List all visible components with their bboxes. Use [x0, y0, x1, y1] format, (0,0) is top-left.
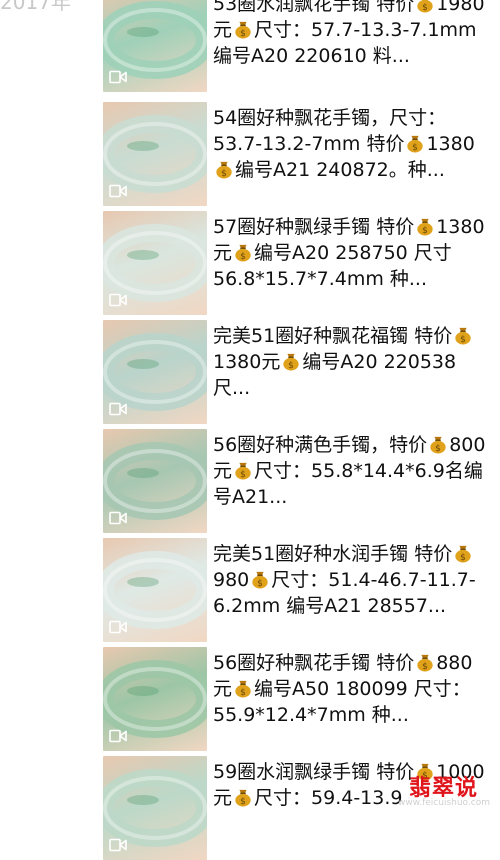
svg-text:$: $ [288, 361, 294, 371]
post-description: 56圈好种满色手镯，特价$800元$尺寸：55.8*14.4*6.9名编号A21… [213, 432, 489, 512]
video-thumbnail[interactable] [103, 211, 207, 315]
svg-text:$: $ [413, 143, 419, 153]
video-thumbnail[interactable] [103, 102, 207, 206]
post-description: 完美51圈好种水润手镯 特价$980$尺寸：51.4-46.7-11.7-6.2… [213, 541, 489, 621]
video-thumbnail[interactable] [103, 320, 207, 424]
year-label: 2017年 [0, 0, 100, 12]
video-thumbnail[interactable] [103, 647, 207, 751]
video-thumbnail[interactable] [103, 756, 207, 860]
money-bag-icon: $ [234, 20, 252, 39]
post-price: 980 [213, 569, 249, 591]
money-bag-icon: $ [282, 352, 300, 371]
post-title-text: 53圈水润飘花手镯 特价 [213, 0, 414, 15]
svg-text:$: $ [240, 470, 246, 480]
post-description: 57圈好种飘绿手镯 特价$1380元$编号A20 258750 尺寸 56.8*… [213, 214, 489, 294]
money-bag-icon: $ [234, 679, 252, 698]
video-icon [109, 293, 127, 307]
money-bag-icon: $ [429, 435, 447, 454]
svg-text:$: $ [257, 579, 263, 589]
money-bag-icon: $ [234, 788, 252, 807]
money-bag-icon: $ [416, 0, 434, 13]
money-bag-icon: $ [251, 570, 269, 589]
video-icon [109, 184, 127, 198]
post-detail-text: 尺寸：55.8*14.4*6.9名编号A21... [213, 460, 483, 508]
video-icon [109, 729, 127, 743]
svg-text:$: $ [460, 335, 466, 345]
svg-text:$: $ [422, 662, 428, 672]
post-item[interactable]: 54圈好种飘花手镯，尺寸：53.7-13.2-7mm 特价$1380$编号A21… [103, 102, 500, 206]
money-bag-icon: $ [416, 653, 434, 672]
post-item[interactable]: 53圈水润飘花手镯 特价$1980元$尺寸：57.7-13.3-7.1mm 编号… [103, 0, 500, 92]
svg-text:$: $ [221, 169, 227, 179]
post-price: 1380 [426, 133, 474, 155]
svg-text:$: $ [422, 226, 428, 236]
post-price: 1380元 [213, 351, 280, 373]
money-bag-icon: $ [215, 160, 233, 179]
svg-text:$: $ [422, 3, 428, 13]
watermark-url: www.feicuishuo.com [398, 798, 490, 808]
post-title-text: 56圈好种飘花手镯 特价 [213, 652, 414, 674]
svg-text:$: $ [240, 29, 246, 39]
post-detail-text: 尺寸：57.7-13.3-7.1mm 编号A20 220610 料... [213, 19, 477, 67]
watermark: 翡翠说 www.feicuishuo.com [386, 768, 498, 812]
svg-text:$: $ [240, 797, 246, 807]
svg-text:$: $ [460, 553, 466, 563]
post-title-text: 完美51圈好种水润手镯 特价 [213, 543, 452, 565]
post-item[interactable]: 57圈好种飘绿手镯 特价$1380元$编号A20 258750 尺寸 56.8*… [103, 211, 500, 315]
post-item[interactable]: 完美51圈好种水润手镯 特价$980$尺寸：51.4-46.7-11.7-6.2… [103, 538, 500, 642]
post-description: 完美51圈好种飘花福镯 特价$1380元$编号A20 220538 尺... [213, 323, 489, 403]
video-icon [109, 402, 127, 416]
post-title-text: 57圈好种飘绿手镯 特价 [213, 216, 414, 238]
money-bag-icon: $ [234, 461, 252, 480]
video-icon [109, 511, 127, 525]
money-bag-icon: $ [454, 326, 472, 345]
video-icon [109, 838, 127, 852]
post-title-text: 完美51圈好种飘花福镯 特价 [213, 325, 452, 347]
video-thumbnail[interactable] [103, 429, 207, 533]
post-title-text: 59圈水润飘绿手镯 特价 [213, 761, 414, 783]
video-thumbnail[interactable] [103, 0, 207, 92]
money-bag-icon: $ [234, 243, 252, 262]
video-icon [109, 620, 127, 634]
post-item[interactable]: 56圈好种满色手镯，特价$800元$尺寸：55.8*14.4*6.9名编号A21… [103, 429, 500, 533]
svg-text:$: $ [240, 252, 246, 262]
post-description: 56圈好种飘花手镯 特价$880元$编号A50 180099 尺寸：55.9*1… [213, 650, 489, 730]
video-thumbnail[interactable] [103, 538, 207, 642]
post-detail-text: 编号A21 240872。种... [235, 159, 445, 181]
money-bag-icon: $ [406, 134, 424, 153]
video-icon [109, 70, 127, 84]
post-description: 54圈好种飘花手镯，尺寸：53.7-13.2-7mm 特价$1380$编号A21… [213, 105, 489, 185]
svg-text:$: $ [435, 444, 441, 454]
money-bag-icon: $ [416, 217, 434, 236]
money-bag-icon: $ [454, 544, 472, 563]
post-detail-text: 尺寸：59.4-13.9 [254, 787, 402, 809]
post-item[interactable]: 完美51圈好种飘花福镯 特价$1380元$编号A20 220538 尺... [103, 320, 500, 424]
post-description: 53圈水润飘花手镯 特价$1980元$尺寸：57.7-13.3-7.1mm 编号… [213, 0, 489, 71]
svg-text:$: $ [240, 688, 246, 698]
post-title-text: 56圈好种满色手镯，特价 [213, 434, 427, 456]
post-item[interactable]: 56圈好种飘花手镯 特价$880元$编号A50 180099 尺寸：55.9*1… [103, 647, 500, 751]
